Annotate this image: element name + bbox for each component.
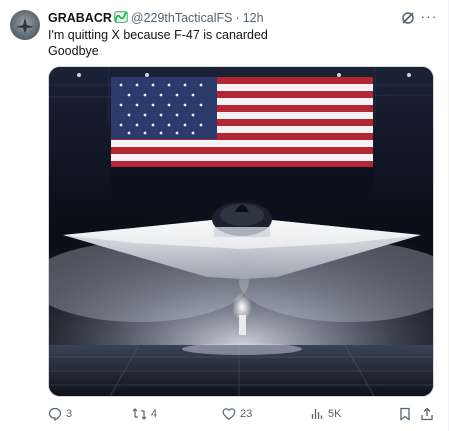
bookmark-icon (400, 407, 410, 421)
tweet-media-image[interactable] (48, 66, 434, 397)
reply-icon (48, 407, 62, 421)
american-flag (111, 77, 373, 197)
avatar-jet-icon (16, 18, 34, 33)
tweet-header: GRABACR @229thTacticalFS · 12h (48, 10, 264, 26)
tweet-text: I'm quitting X because F-47 is canarded … (48, 27, 268, 59)
verified-squiggle-icon (114, 10, 128, 26)
share-icon (421, 407, 433, 421)
author-handle[interactable]: @229thTacticalFS (131, 11, 233, 25)
share-button[interactable] (420, 404, 438, 424)
tweet-text-line: I'm quitting X because F-47 is canarded (48, 28, 268, 42)
separator-dot: · (235, 11, 240, 25)
like-count: 23 (240, 408, 253, 420)
views-count: 5K (328, 408, 342, 420)
tweet-actions: 3 4 23 5K (48, 404, 438, 424)
more-icon[interactable]: ··· (420, 9, 438, 25)
hangar-jet-illustration (49, 67, 433, 396)
reply-button[interactable]: 3 (48, 404, 72, 424)
grok-icon[interactable] (400, 10, 416, 26)
podium (239, 315, 246, 335)
tweet-text-line: Goodbye (48, 44, 99, 58)
views-bar-icon (311, 409, 323, 419)
repost-button[interactable]: 4 (132, 404, 157, 424)
tweet-card[interactable]: GRABACR @229thTacticalFS · 12h ··· I'm q… (0, 0, 449, 431)
reply-count: 3 (66, 408, 73, 420)
repost-icon (132, 408, 147, 420)
views-button[interactable]: 5K (310, 404, 341, 424)
heart-icon (222, 408, 236, 421)
author-name[interactable]: GRABACR (48, 11, 112, 25)
like-button[interactable]: 23 (222, 404, 252, 424)
repost-count: 4 (151, 408, 158, 420)
timestamp[interactable]: 12h (243, 11, 264, 25)
bookmark-button[interactable] (398, 404, 416, 424)
avatar[interactable] (10, 10, 40, 40)
